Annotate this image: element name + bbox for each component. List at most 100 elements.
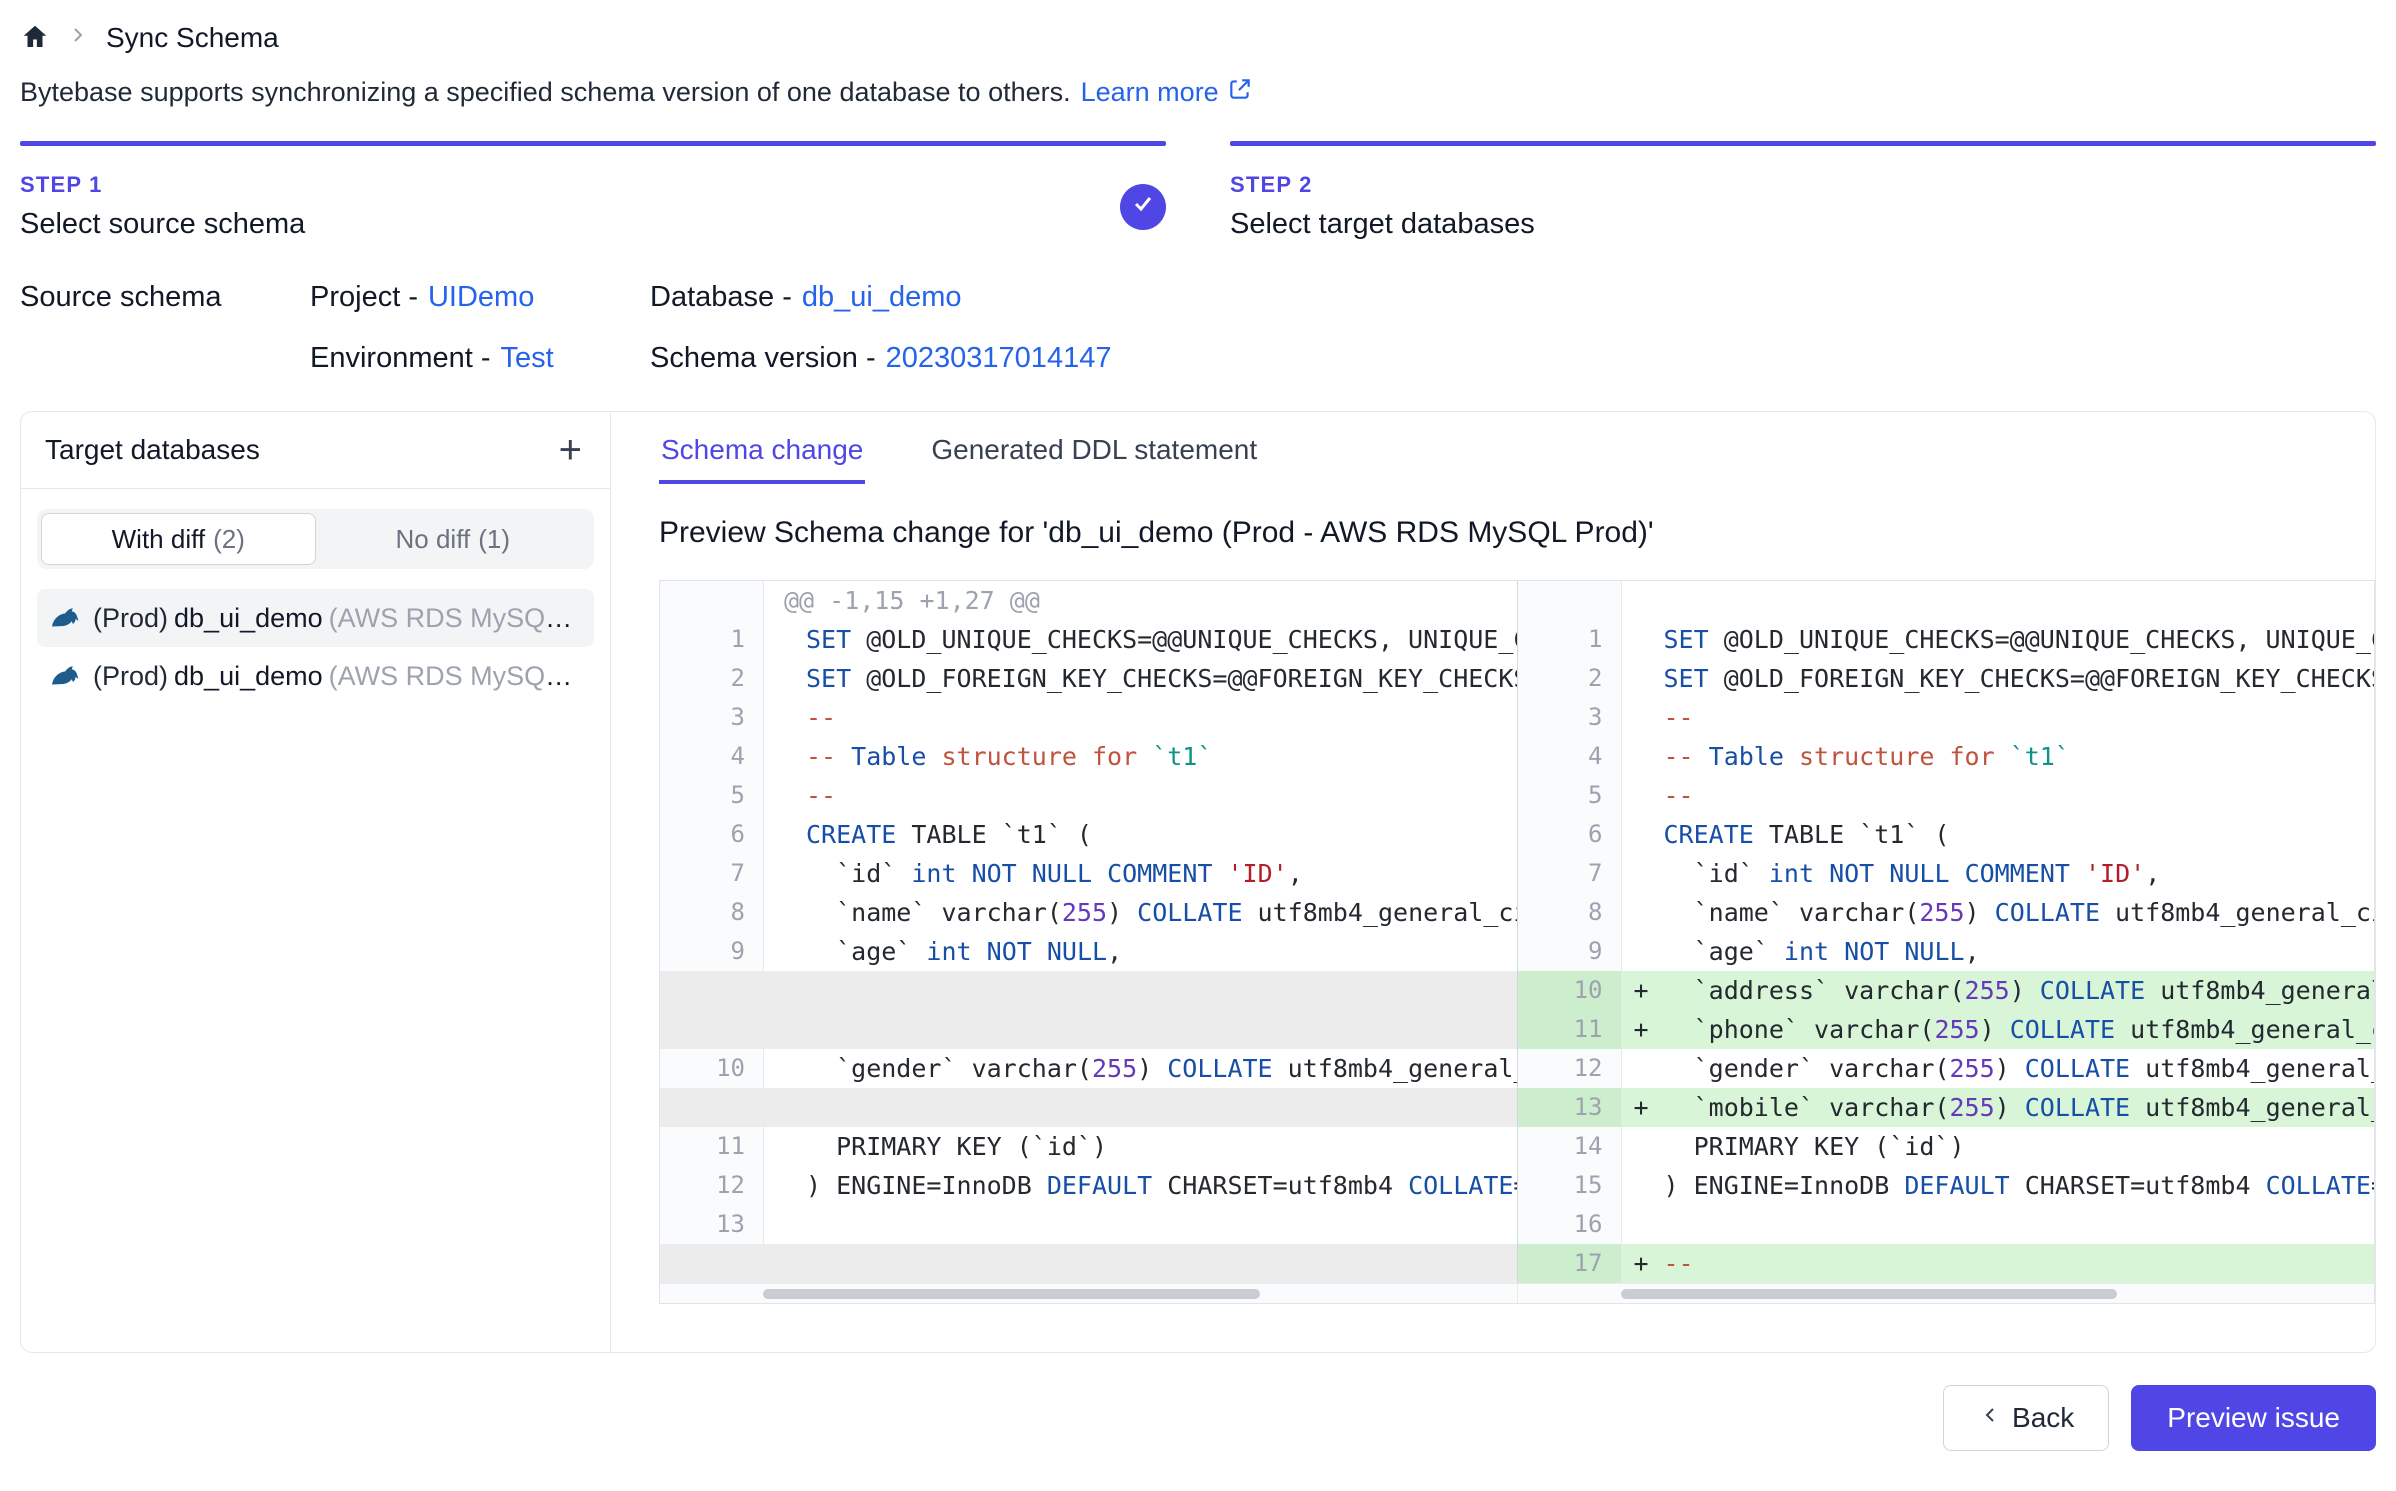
diff-code-line: @@ -1,15 +1,27 @@ bbox=[764, 581, 1517, 620]
diff-code-line: SET @OLD_UNIQUE_CHECKS=@@UNIQUE_CHECKS, … bbox=[1622, 620, 2375, 659]
target-database-item[interactable]: (Prod)db_ui_demo(AWS RDS MySQL Prod) bbox=[37, 589, 594, 647]
database-name: db_ui_demo bbox=[174, 661, 323, 691]
diff-code-line: + `mobile` varchar(255) COLLATE utf8mb4_… bbox=[1622, 1088, 2375, 1127]
diff-line-number: 13 bbox=[660, 1205, 764, 1244]
step-2: STEP 2 Select target databases bbox=[1230, 141, 2376, 241]
diff-line-number: 12 bbox=[1517, 1049, 1622, 1088]
add-target-database-button[interactable]: + bbox=[555, 430, 586, 470]
diff-right-scrollbar-thumb[interactable] bbox=[1621, 1289, 2117, 1299]
diff-code-line bbox=[764, 1205, 1517, 1244]
diff-line-number bbox=[1517, 581, 1622, 620]
external-link-icon bbox=[1227, 76, 1253, 109]
diff-right-scrollbar bbox=[1517, 1284, 2374, 1303]
database-link[interactable]: db_ui_demo bbox=[802, 281, 962, 313]
schema-version-field: Schema version -20230317014147 bbox=[650, 342, 2376, 375]
diff-line-number: 1 bbox=[660, 620, 764, 659]
diff-line-number: 5 bbox=[660, 776, 764, 815]
diff-code-line bbox=[764, 1088, 1517, 1127]
diff-code-line bbox=[764, 1244, 1517, 1283]
check-icon bbox=[1131, 191, 1155, 222]
diff-code-line: `name` varchar(255) COLLATE utf8mb4_gene… bbox=[1622, 893, 2375, 932]
step-2-progress-bar bbox=[1230, 141, 2376, 146]
diff-line-number: 9 bbox=[1517, 932, 1622, 971]
diff-code-line: ) ENGINE=InnoDB DEFAULT CHARSET=utf8mb4 … bbox=[1622, 1166, 2375, 1205]
target-database-list: (Prod)db_ui_demo(AWS RDS MySQL Prod) (Pr… bbox=[21, 583, 610, 711]
diff-line-number: 12 bbox=[660, 1166, 764, 1205]
sync-content-box: Target databases + With diff (2) No diff… bbox=[20, 411, 2376, 1353]
filter-tab-with-diff[interactable]: With diff (2) bbox=[41, 513, 316, 565]
database-detail: (AWS RDS MySQL Prod) bbox=[329, 603, 582, 633]
diff-line-number: 4 bbox=[660, 737, 764, 776]
environment-link[interactable]: Test bbox=[501, 342, 554, 374]
diff-code-line: -- Table structure for `t1` bbox=[1622, 737, 2375, 776]
learn-more-link[interactable]: Learn more bbox=[1081, 76, 1253, 109]
diff-line-number: 6 bbox=[660, 815, 764, 854]
diff-line-number: 10 bbox=[1517, 971, 1622, 1010]
diff-line-number: 7 bbox=[1517, 854, 1622, 893]
diff-code-line: + `address` varchar(255) COLLATE utf8mb4… bbox=[1622, 971, 2375, 1010]
diff-line-number: 8 bbox=[660, 893, 764, 932]
project-link[interactable]: UIDemo bbox=[428, 281, 534, 313]
mysql-icon bbox=[49, 602, 81, 634]
diff-code-line: -- Table structure for `t1` bbox=[764, 737, 1517, 776]
intro-text: Bytebase supports synchronizing a specif… bbox=[20, 77, 1071, 108]
diff-line-number: 4 bbox=[1517, 737, 1622, 776]
tab-generated-ddl[interactable]: Generated DDL statement bbox=[929, 434, 1259, 484]
diff-code-line bbox=[1622, 1205, 2375, 1244]
preview-issue-button[interactable]: Preview issue bbox=[2131, 1385, 2376, 1451]
diff-left-scrollbar-thumb[interactable] bbox=[763, 1289, 1260, 1299]
diff-code-line bbox=[1622, 581, 2375, 620]
diff-line-number bbox=[660, 1088, 764, 1127]
diff-line-number: 15 bbox=[1517, 1166, 1622, 1205]
diff-line-number: 14 bbox=[1517, 1127, 1622, 1166]
home-breadcrumb-link[interactable] bbox=[20, 22, 50, 55]
preview-tabs: Schema change Generated DDL statement bbox=[659, 434, 2375, 484]
diff-line-number: 11 bbox=[660, 1127, 764, 1166]
step-1-label: STEP 1 bbox=[20, 172, 305, 198]
diff-line-number bbox=[660, 971, 764, 1010]
diff-code-line: `name` varchar(255) COLLATE utf8mb4_gene… bbox=[764, 893, 1517, 932]
diff-code-line: + `phone` varchar(255) COLLATE utf8mb4_g… bbox=[1622, 1010, 2375, 1049]
home-icon bbox=[20, 22, 50, 55]
diff-line-number: 7 bbox=[660, 854, 764, 893]
schema-version-link[interactable]: 20230317014147 bbox=[886, 342, 1112, 374]
diff-line-number: 3 bbox=[660, 698, 764, 737]
diff-code-line bbox=[764, 1010, 1517, 1049]
database-detail: (AWS RDS MySQL Prod) bbox=[329, 661, 582, 691]
diff-line-number: 5 bbox=[1517, 776, 1622, 815]
filter-tab-no-diff[interactable]: No diff (1) bbox=[316, 513, 591, 565]
diff-code-line: `id` int NOT NULL COMMENT 'ID', bbox=[1622, 854, 2375, 893]
diff-code-line: `gender` varchar(255) COLLATE utf8mb4_ge… bbox=[764, 1049, 1517, 1088]
tab-schema-change[interactable]: Schema change bbox=[659, 434, 865, 484]
diff-code-line: CREATE TABLE `t1` ( bbox=[764, 815, 1517, 854]
diff-code-line: SET @OLD_UNIQUE_CHECKS=@@UNIQUE_CHECKS, … bbox=[764, 620, 1517, 659]
diff-code-line: -- bbox=[764, 776, 1517, 815]
diff-added-marker: + bbox=[1634, 971, 1649, 1010]
diff-scrollbar-row bbox=[660, 1283, 2374, 1303]
step-1: STEP 1 Select source schema bbox=[20, 141, 1166, 241]
target-database-item[interactable]: (Prod)db_ui_demo(AWS RDS MySQL Prod) bbox=[37, 647, 594, 705]
diff-code-line: ) ENGINE=InnoDB DEFAULT CHARSET=utf8mb4 … bbox=[764, 1166, 1517, 1205]
diff-code-line: SET @OLD_FOREIGN_KEY_CHECKS=@@FOREIGN_KE… bbox=[764, 659, 1517, 698]
steps-indicator: STEP 1 Select source schema STEP 2 Selec… bbox=[20, 141, 2376, 241]
diff-grid: @@ -1,15 +1,27 @@1SET @OLD_UNIQUE_CHECKS… bbox=[660, 581, 2374, 1283]
step-2-label: STEP 2 bbox=[1230, 172, 1535, 198]
breadcrumb-chevron-icon bbox=[66, 23, 90, 54]
diff-added-marker: + bbox=[1634, 1010, 1649, 1049]
diff-line-number: 1 bbox=[1517, 620, 1622, 659]
diff-code-line: -- bbox=[1622, 698, 2375, 737]
schema-diff-viewer: @@ -1,15 +1,27 @@1SET @OLD_UNIQUE_CHECKS… bbox=[659, 580, 2375, 1304]
sync-schema-page: Sync Schema Bytebase supports synchroniz… bbox=[0, 0, 2396, 1491]
diff-code-line bbox=[764, 971, 1517, 1010]
diff-line-number: 3 bbox=[1517, 698, 1622, 737]
diff-code-line: -- bbox=[764, 698, 1517, 737]
chevron-left-icon bbox=[1978, 1402, 2002, 1434]
diff-left-scrollbar bbox=[660, 1284, 1517, 1303]
source-schema-label: Source schema bbox=[20, 281, 310, 314]
diff-line-number: 2 bbox=[1517, 659, 1622, 698]
intro-row: Bytebase supports synchronizing a specif… bbox=[20, 76, 2376, 109]
database-name: db_ui_demo bbox=[174, 603, 323, 633]
diff-line-number: 6 bbox=[1517, 815, 1622, 854]
back-button[interactable]: Back bbox=[1943, 1385, 2109, 1451]
target-databases-panel: Target databases + With diff (2) No diff… bbox=[21, 412, 611, 1352]
